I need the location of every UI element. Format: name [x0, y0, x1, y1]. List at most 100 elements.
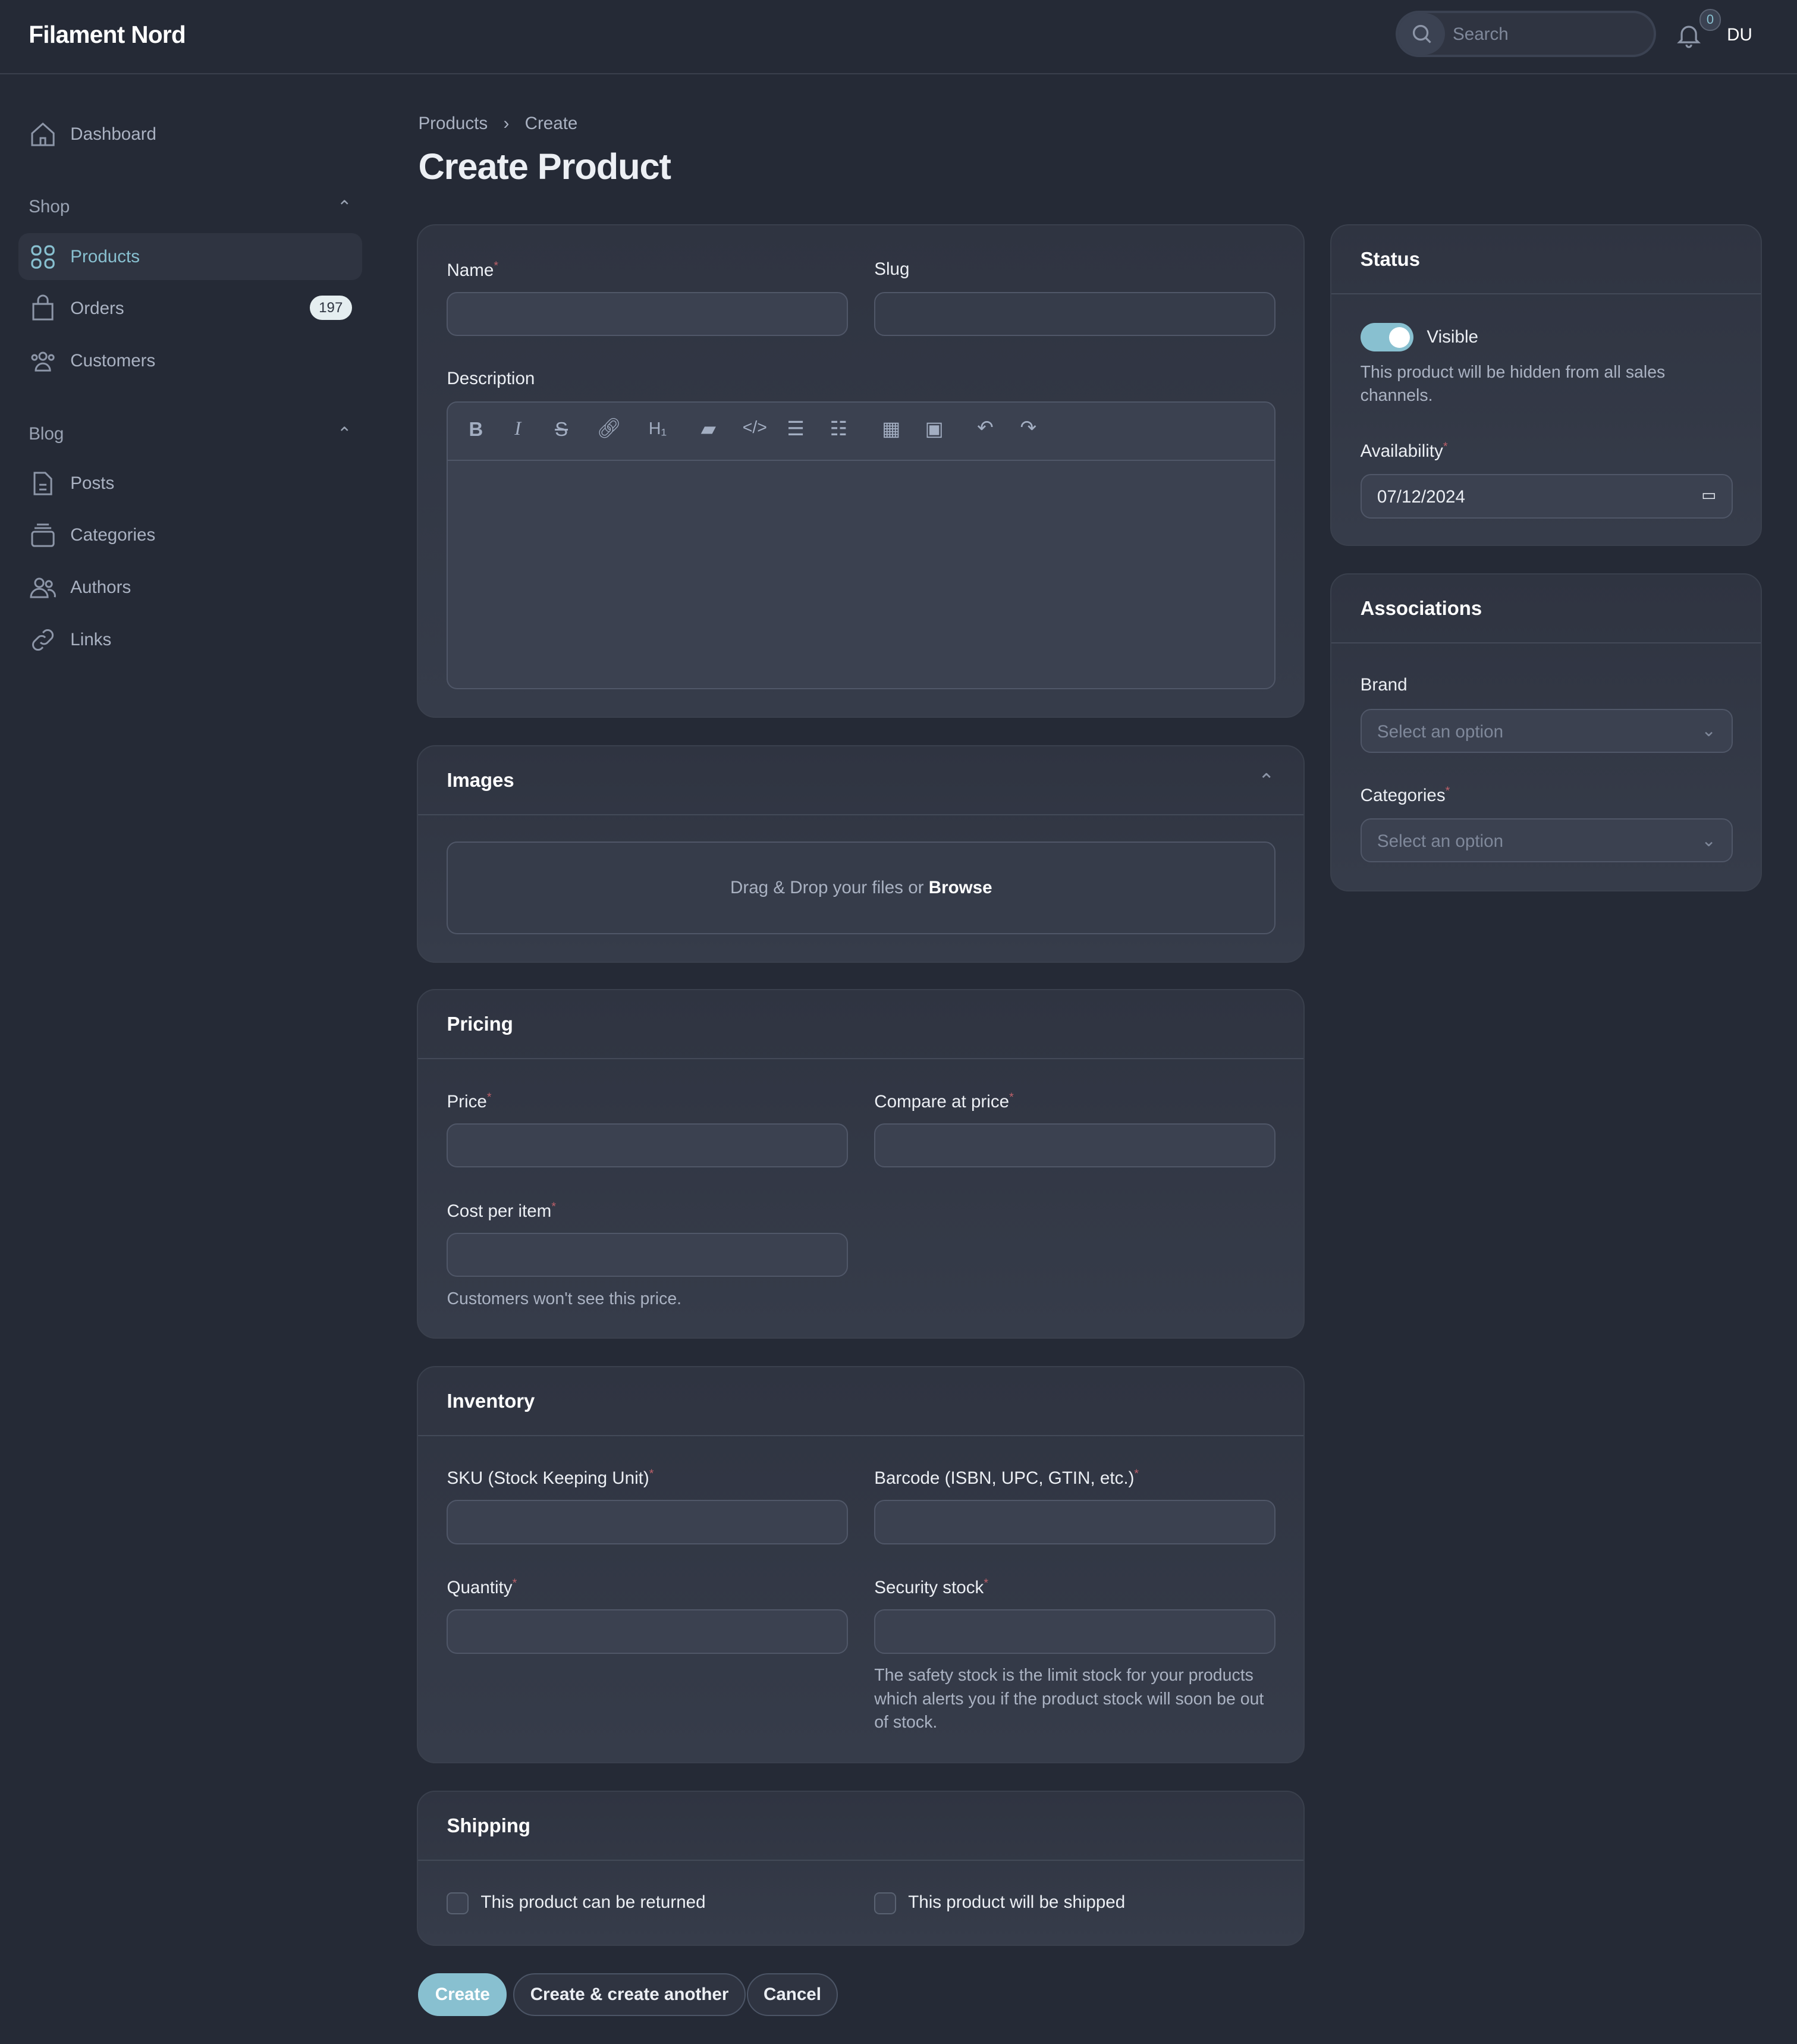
- price-label: Price: [447, 1091, 487, 1112]
- shopping-bag-icon: [32, 294, 54, 321]
- bullet-list-icon[interactable]: ☰: [787, 417, 804, 440]
- shipped-label: This product will be shipped: [908, 1892, 1126, 1912]
- users-icon: [31, 351, 55, 372]
- create-button[interactable]: Create: [418, 1973, 507, 2017]
- associations-section: Associations Brand Select an option ⌄ Cat…: [1330, 573, 1762, 891]
- chevron-down-icon: ⌄: [1701, 721, 1717, 741]
- sidebar-item-posts[interactable]: Posts: [18, 460, 363, 507]
- page-title: Create Product: [418, 146, 671, 188]
- strikethrough-icon[interactable]: S: [555, 418, 568, 441]
- user-avatar[interactable]: DU: [1720, 18, 1760, 52]
- categories-label: Categories: [1360, 785, 1446, 805]
- quantity-input[interactable]: [447, 1609, 849, 1654]
- name-input[interactable]: [447, 291, 849, 337]
- returnable-checkbox[interactable]: [447, 1892, 469, 1914]
- calendar-icon[interactable]: ▭: [1701, 486, 1716, 504]
- sidebar-item-products[interactable]: Products: [18, 233, 363, 281]
- editor-toolbar: B I S 🔗︎ H₁ ▰ </> ☰ ☷ ▦ ▣ ↶ ↷: [448, 403, 1275, 461]
- products-icon: [31, 244, 55, 269]
- sidebar-item-links[interactable]: Links: [18, 616, 363, 663]
- inventory-title: Inventory: [418, 1367, 1303, 1436]
- sidebar-item-categories[interactable]: Categories: [18, 512, 363, 559]
- compare-price-input[interactable]: [874, 1123, 1276, 1168]
- nav-group-shop[interactable]: Shop ⌃: [18, 181, 363, 234]
- description-label: Description: [447, 368, 535, 388]
- link-icon[interactable]: 🔗︎: [596, 417, 621, 440]
- sku-label: SKU (Stock Keeping Unit): [447, 1468, 649, 1489]
- redo-icon[interactable]: ↷: [1020, 416, 1036, 439]
- chevron-up-icon: ⌃: [337, 197, 352, 217]
- sku-input[interactable]: [447, 1500, 849, 1544]
- compare-price-label: Compare at price: [874, 1091, 1010, 1112]
- image-icon[interactable]: ▣: [925, 417, 943, 440]
- visible-help: This product will be hidden from all sal…: [1360, 362, 1666, 406]
- security-stock-label: Security stock: [874, 1578, 984, 1598]
- visible-toggle[interactable]: [1360, 323, 1414, 352]
- cost-input[interactable]: [447, 1232, 849, 1277]
- browse-link[interactable]: Browse: [929, 878, 992, 897]
- cost-label: Cost per item: [447, 1201, 552, 1221]
- file-dropzone[interactable]: Drag & Drop your files or Browse: [447, 842, 1276, 935]
- bell-icon[interactable]: [1675, 21, 1703, 54]
- sidebar-item-customers[interactable]: Customers: [18, 337, 363, 384]
- availability-label: Availability: [1360, 441, 1443, 461]
- cost-help: Customers won't see this price.: [447, 1289, 682, 1308]
- shipping-title: Shipping: [418, 1792, 1303, 1861]
- inventory-section: Inventory SKU (Stock Keeping Unit)* Barc…: [417, 1365, 1305, 1763]
- link-icon: [32, 629, 54, 651]
- barcode-input[interactable]: [874, 1500, 1276, 1544]
- cancel-button[interactable]: Cancel: [746, 1973, 838, 2017]
- search-input[interactable]: Search: [1453, 24, 1509, 45]
- document-icon: [33, 472, 52, 495]
- slug-label: Slug: [874, 259, 910, 279]
- heading-icon[interactable]: H₁: [649, 419, 667, 439]
- create-another-button[interactable]: Create & create another: [513, 1973, 746, 2017]
- blockquote-icon[interactable]: ▰: [701, 417, 716, 440]
- pricing-title: Pricing: [418, 990, 1303, 1060]
- folder-icon: [31, 523, 55, 548]
- shipped-checkbox[interactable]: [874, 1892, 897, 1914]
- table-icon[interactable]: ▦: [882, 417, 900, 440]
- italic-icon[interactable]: I: [514, 418, 521, 440]
- visible-label: Visible: [1427, 326, 1478, 347]
- price-input[interactable]: [447, 1123, 849, 1168]
- shipping-section: Shipping This product can be returned Th…: [417, 1790, 1305, 1946]
- images-title: Images: [447, 769, 514, 792]
- notification-count: 0: [1699, 9, 1721, 32]
- breadcrumb: Products › Create: [418, 114, 593, 134]
- home-icon: [31, 122, 55, 146]
- availability-date-input[interactable]: 07/12/2024 ▭: [1360, 474, 1733, 519]
- sidebar-item-authors[interactable]: Authors: [18, 564, 363, 611]
- sidebar-item-dashboard[interactable]: Dashboard: [18, 111, 363, 158]
- status-section: Status Visible This product will be hidd…: [1330, 224, 1762, 547]
- brand-label: Brand: [1360, 674, 1408, 695]
- returnable-label: This product can be returned: [480, 1892, 706, 1912]
- sidebar-item-orders[interactable]: Orders 197: [18, 285, 363, 332]
- brand-select[interactable]: Select an option ⌄: [1360, 708, 1733, 753]
- user-group-icon: [30, 577, 56, 598]
- quantity-label: Quantity: [447, 1578, 513, 1598]
- security-stock-input[interactable]: [874, 1609, 1276, 1654]
- orders-badge: 197: [309, 296, 352, 321]
- pricing-section: Pricing Price* Compare at price* Cost pe…: [417, 989, 1305, 1339]
- breadcrumb-products[interactable]: Products: [418, 114, 488, 133]
- global-search[interactable]: Search: [1395, 10, 1657, 58]
- slug-input[interactable]: [874, 291, 1276, 337]
- nav-group-blog[interactable]: Blog ⌃: [18, 408, 363, 460]
- top-bar: Filament Nord Search 0 DU: [0, 0, 1797, 74]
- bold-icon[interactable]: B: [469, 418, 483, 441]
- app-logo[interactable]: Filament Nord: [29, 21, 186, 49]
- chevron-up-icon[interactable]: ⌃: [1258, 769, 1275, 792]
- sidebar: Dashboard Shop ⌃ Products Orders 197 Cust…: [18, 111, 363, 668]
- code-icon[interactable]: </>: [743, 418, 767, 438]
- security-stock-help: The safety stock is the limit stock for …: [874, 1666, 1264, 1732]
- description-editor[interactable]: B I S 🔗︎ H₁ ▰ </> ☰ ☷ ▦ ▣ ↶ ↷: [447, 401, 1276, 690]
- search-icon: [1397, 12, 1445, 55]
- status-title: Status: [1331, 225, 1761, 294]
- categories-select[interactable]: Select an option ⌄: [1360, 818, 1733, 863]
- chevron-right-icon: ›: [503, 113, 510, 133]
- associations-title: Associations: [1331, 574, 1761, 644]
- undo-icon[interactable]: ↶: [977, 416, 994, 439]
- ordered-list-icon[interactable]: ☷: [830, 417, 847, 440]
- chevron-up-icon: ⌃: [337, 424, 352, 444]
